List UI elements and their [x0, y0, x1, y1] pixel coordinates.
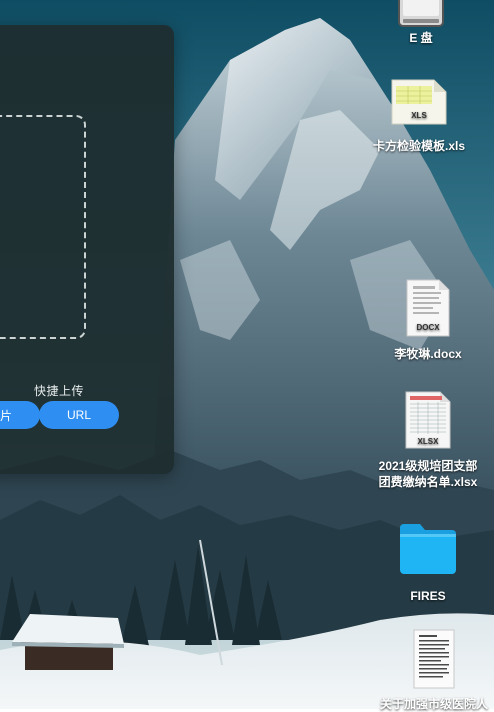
folder-icon: [400, 524, 456, 574]
upload-image-button[interactable]: 图片: [0, 401, 40, 429]
file-badge: DOCX: [416, 323, 440, 332]
desktop-icon-label-line2: 团费缴纳名单.xlsx: [378, 475, 478, 489]
xlsx-file-icon: XLSX: [405, 391, 451, 449]
file-badge: XLSX: [418, 437, 440, 446]
upload-dropzone[interactable]: [0, 115, 86, 339]
file-badge: XLS: [411, 111, 427, 120]
desktop-icon-label: 李牧琳.docx: [394, 347, 462, 361]
desktop-icon-xlsx-roster[interactable]: XLSX 2021级规培团支部 团费缴纳名单.xlsx: [368, 390, 488, 490]
desktop-icon-docx[interactable]: DOCX 李牧琳.docx: [368, 278, 488, 362]
docx-file-icon: DOCX: [406, 279, 450, 337]
document-file-icon: [413, 629, 455, 689]
desktop-icon-label: FIRES: [410, 589, 446, 603]
desktop-icon-label-line1: 2021级规培团支部: [378, 459, 478, 473]
upload-panel: 快捷上传 图片 URL: [0, 25, 174, 474]
upload-url-button[interactable]: URL: [39, 401, 119, 429]
xls-file-icon: XLS: [391, 79, 447, 125]
desktop-icon-label: E 盘: [409, 31, 433, 45]
drive-icon: [398, 0, 444, 27]
desktop-icon-fires-folder[interactable]: FIRES: [368, 522, 488, 604]
desktop-icon-document[interactable]: 关于加强市级医院人: [374, 628, 494, 712]
desktop-icon-label: 卡方检验模板.xls: [372, 139, 466, 153]
desktop-icon-label: 关于加强市级医院人: [379, 697, 488, 711]
desktop-icon-xls-template[interactable]: XLS 卡方检验模板.xls: [359, 78, 479, 154]
desktop-icon-e-drive[interactable]: E 盘: [361, 0, 481, 46]
quick-upload-title: 快捷上传: [33, 384, 84, 398]
